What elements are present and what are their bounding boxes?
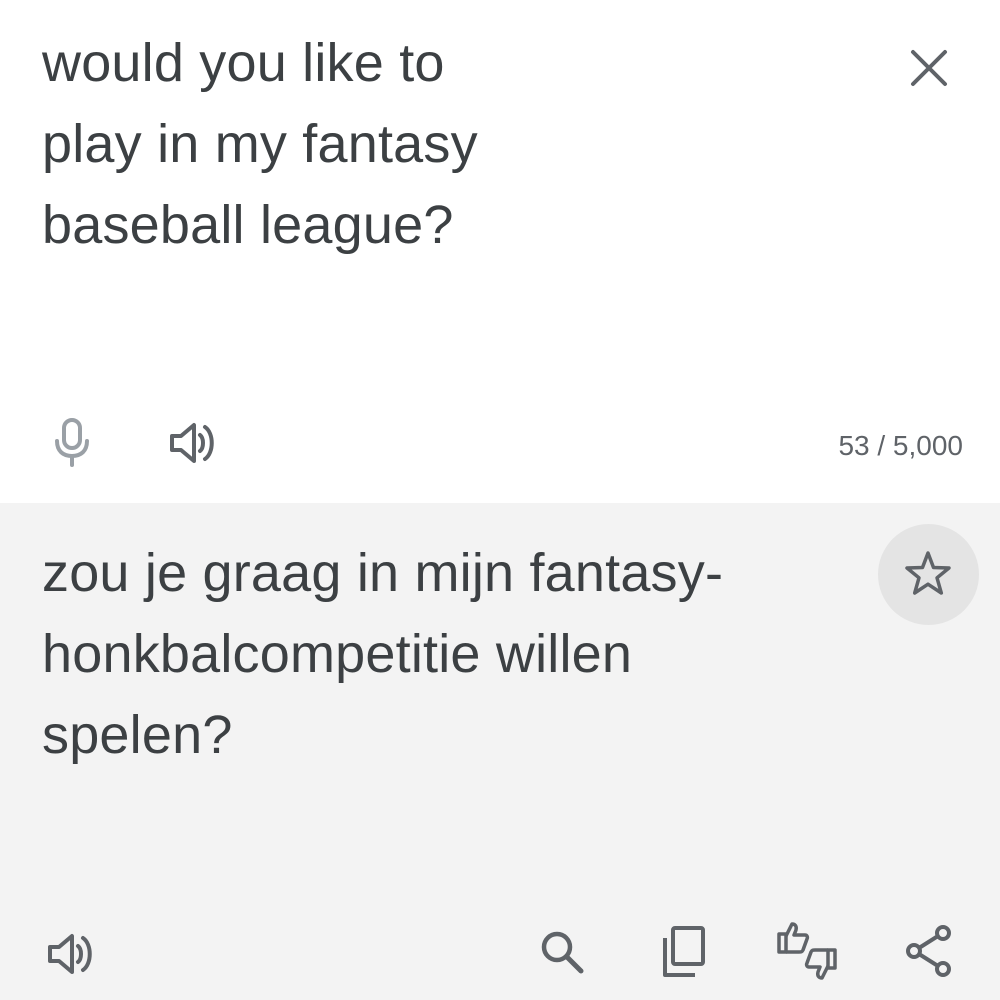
close-button[interactable] (903, 42, 955, 94)
translation-speaker-button[interactable] (44, 927, 98, 981)
copy-icon (663, 926, 705, 977)
thumbs-feedback-icon (777, 922, 837, 980)
star-icon (905, 551, 951, 595)
speaker-icon (48, 934, 92, 974)
source-speaker-button[interactable] (166, 416, 220, 470)
speaker-icon (170, 423, 214, 463)
translation-panel: zou je graag in mijn fantasy- honkbalcom… (0, 503, 1000, 1000)
mic-button[interactable] (46, 414, 98, 470)
mic-icon (55, 418, 89, 467)
source-panel: would you like to play in my fantasy bas… (0, 0, 1000, 503)
close-icon (911, 50, 947, 86)
share-icon (906, 925, 951, 977)
search-button[interactable] (535, 925, 589, 979)
feedback-button[interactable] (774, 919, 840, 983)
copy-button[interactable] (656, 923, 710, 981)
share-button[interactable] (902, 923, 956, 979)
source-text[interactable]: would you like to play in my fantasy bas… (42, 23, 862, 266)
translation-text: zou je graag in mijn fantasy- honkbalcom… (42, 543, 724, 765)
save-translation-button[interactable] (878, 524, 979, 625)
character-counter: 53 / 5,000 (838, 430, 963, 461)
search-icon (541, 931, 584, 974)
